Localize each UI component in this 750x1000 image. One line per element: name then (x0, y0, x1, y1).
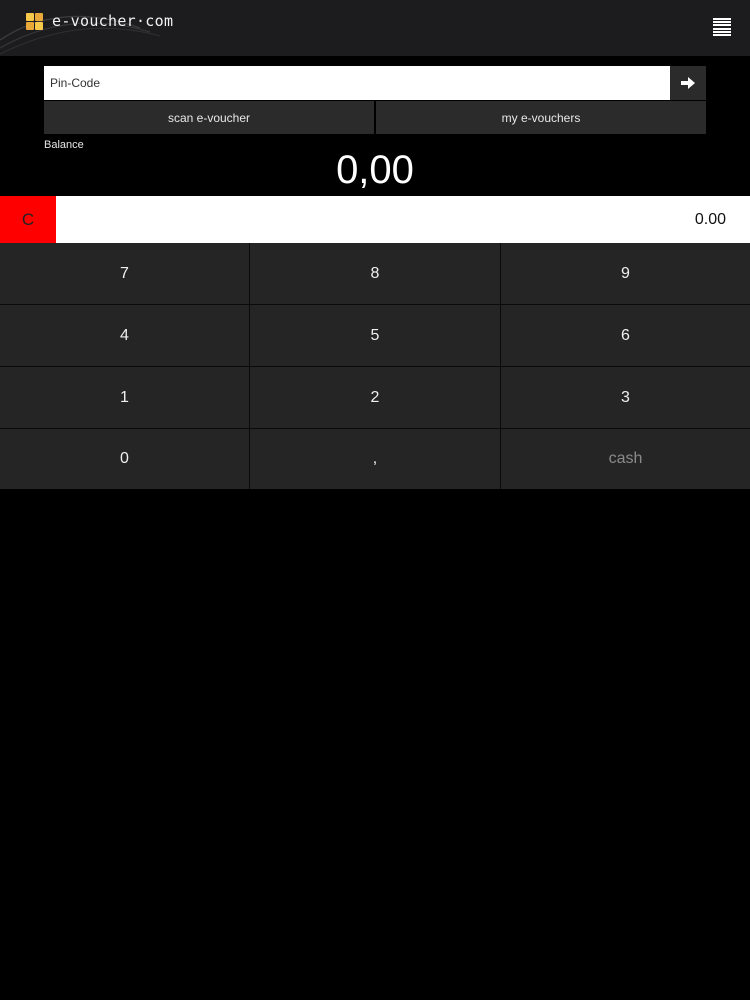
key-0[interactable]: 0 (0, 429, 249, 489)
scan-e-voucher-button[interactable]: scan e-voucher (44, 101, 374, 134)
my-e-vouchers-button[interactable]: my e-vouchers (376, 101, 706, 134)
app-header: e-voucher·com (0, 0, 750, 56)
arrow-right-icon (681, 77, 695, 89)
key-2[interactable]: 2 (250, 367, 500, 428)
key-3[interactable]: 3 (501, 367, 750, 428)
keypad: 7 8 9 4 5 6 1 2 3 0 , cash (0, 243, 750, 489)
submit-pin-button[interactable] (670, 66, 706, 100)
logo-text: e-voucher·com (52, 12, 174, 30)
key-1[interactable]: 1 (0, 367, 249, 428)
key-6[interactable]: 6 (501, 305, 750, 366)
menu-icon[interactable] (709, 15, 735, 39)
key-5[interactable]: 5 (250, 305, 500, 366)
pin-code-input[interactable] (44, 66, 670, 100)
key-9[interactable]: 9 (501, 243, 750, 304)
clear-button[interactable]: C (0, 196, 56, 243)
balance-value: 0,00 (336, 148, 414, 192)
key-4[interactable]: 4 (0, 305, 249, 366)
e-voucher-logo: e-voucher·com (24, 10, 173, 32)
key-8[interactable]: 8 (250, 243, 500, 304)
chip-logo-icon (24, 11, 48, 31)
key-7[interactable]: 7 (0, 243, 249, 304)
key-comma[interactable]: , (250, 429, 500, 489)
cash-button[interactable]: cash (501, 429, 750, 489)
amount-display: 0.00 (56, 196, 750, 243)
